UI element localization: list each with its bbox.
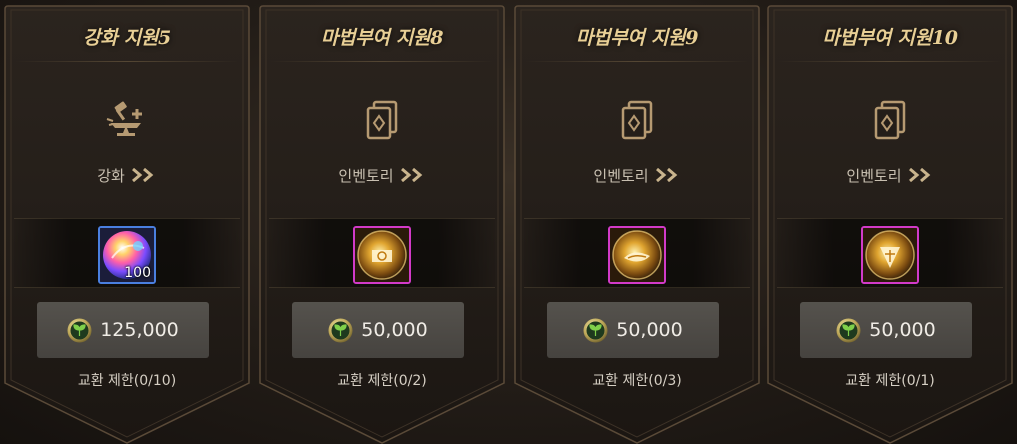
cards-icon bbox=[366, 100, 398, 140]
purchase-button[interactable]: 50,000 bbox=[547, 302, 719, 358]
anvil-hammer-plus-icon bbox=[106, 101, 142, 136]
double-chevron-right-icon bbox=[655, 168, 677, 182]
price-value: 50,000 bbox=[616, 319, 683, 341]
purchase-button[interactable]: 125,000 bbox=[37, 302, 209, 358]
green-leaf-coin-icon bbox=[583, 318, 608, 342]
price-value: 50,000 bbox=[361, 319, 428, 341]
double-chevron-right-icon bbox=[131, 168, 154, 182]
green-leaf-coin-icon bbox=[836, 318, 861, 342]
reward-item-slot[interactable] bbox=[861, 226, 919, 284]
double-chevron-right-icon bbox=[908, 168, 930, 182]
golden-scroll-orb-icon bbox=[863, 228, 917, 282]
category-link[interactable]: 인벤토리 bbox=[767, 165, 1013, 186]
category-label: 인벤토리 bbox=[846, 167, 902, 185]
category-label: 인벤토리 bbox=[338, 167, 394, 185]
title-divider bbox=[271, 61, 493, 62]
category-label: 강화 bbox=[97, 167, 125, 185]
title-divider bbox=[16, 61, 238, 62]
exchange-limit: 교환 제한(0/3) bbox=[592, 373, 682, 389]
exchange-cards: 강화 지원5 강화 100 125,000 교환 제한(0/10) 마법부여 지… bbox=[0, 0, 1017, 444]
card-title: 강화 지원5 bbox=[83, 27, 171, 49]
reward-item-slot[interactable] bbox=[608, 226, 666, 284]
card-title: 마법부여 지원10 bbox=[822, 27, 958, 49]
golden-scroll-orb-icon bbox=[355, 228, 409, 282]
green-leaf-coin-icon bbox=[67, 318, 92, 342]
exchange-limit: 교환 제한(0/10) bbox=[77, 373, 177, 389]
exchange-limit: 교환 제한(0/2) bbox=[337, 373, 427, 389]
exchange-card-2: 마법부여 지원8 인벤토리 50,000 교환 제한(0/2) bbox=[259, 5, 505, 444]
price-value: 50,000 bbox=[869, 319, 936, 341]
green-leaf-coin-icon bbox=[328, 318, 353, 342]
item-quantity: 100 bbox=[124, 265, 151, 281]
exchange-card-3: 마법부여 지원9 인벤토리 50,000 교환 제한(0/3) bbox=[514, 5, 760, 444]
golden-scroll-orb-icon bbox=[610, 228, 664, 282]
exchange-limit: 교환 제한(0/1) bbox=[845, 373, 935, 389]
exchange-card-1: 강화 지원5 강화 100 125,000 교환 제한(0/10) bbox=[4, 5, 250, 444]
cards-icon bbox=[621, 100, 653, 140]
category-link[interactable]: 강화 bbox=[4, 165, 250, 186]
purchase-button[interactable]: 50,000 bbox=[292, 302, 464, 358]
category-link[interactable]: 인벤토리 bbox=[514, 165, 760, 186]
card-title: 마법부여 지원9 bbox=[575, 27, 699, 49]
exchange-card-4: 마법부여 지원10 인벤토리 50,000 교환 제한(0/1) bbox=[767, 5, 1013, 444]
reward-item-slot[interactable] bbox=[353, 226, 411, 284]
title-divider bbox=[526, 61, 748, 62]
card-title: 마법부여 지원8 bbox=[320, 27, 444, 49]
price-value: 125,000 bbox=[100, 319, 179, 341]
double-chevron-right-icon bbox=[400, 168, 422, 182]
category-link[interactable]: 인벤토리 bbox=[259, 165, 505, 186]
reward-item-slot[interactable]: 100 bbox=[98, 226, 156, 284]
category-label: 인벤토리 bbox=[593, 167, 649, 185]
title-divider bbox=[779, 61, 1001, 62]
cards-icon bbox=[874, 100, 906, 140]
purchase-button[interactable]: 50,000 bbox=[800, 302, 972, 358]
